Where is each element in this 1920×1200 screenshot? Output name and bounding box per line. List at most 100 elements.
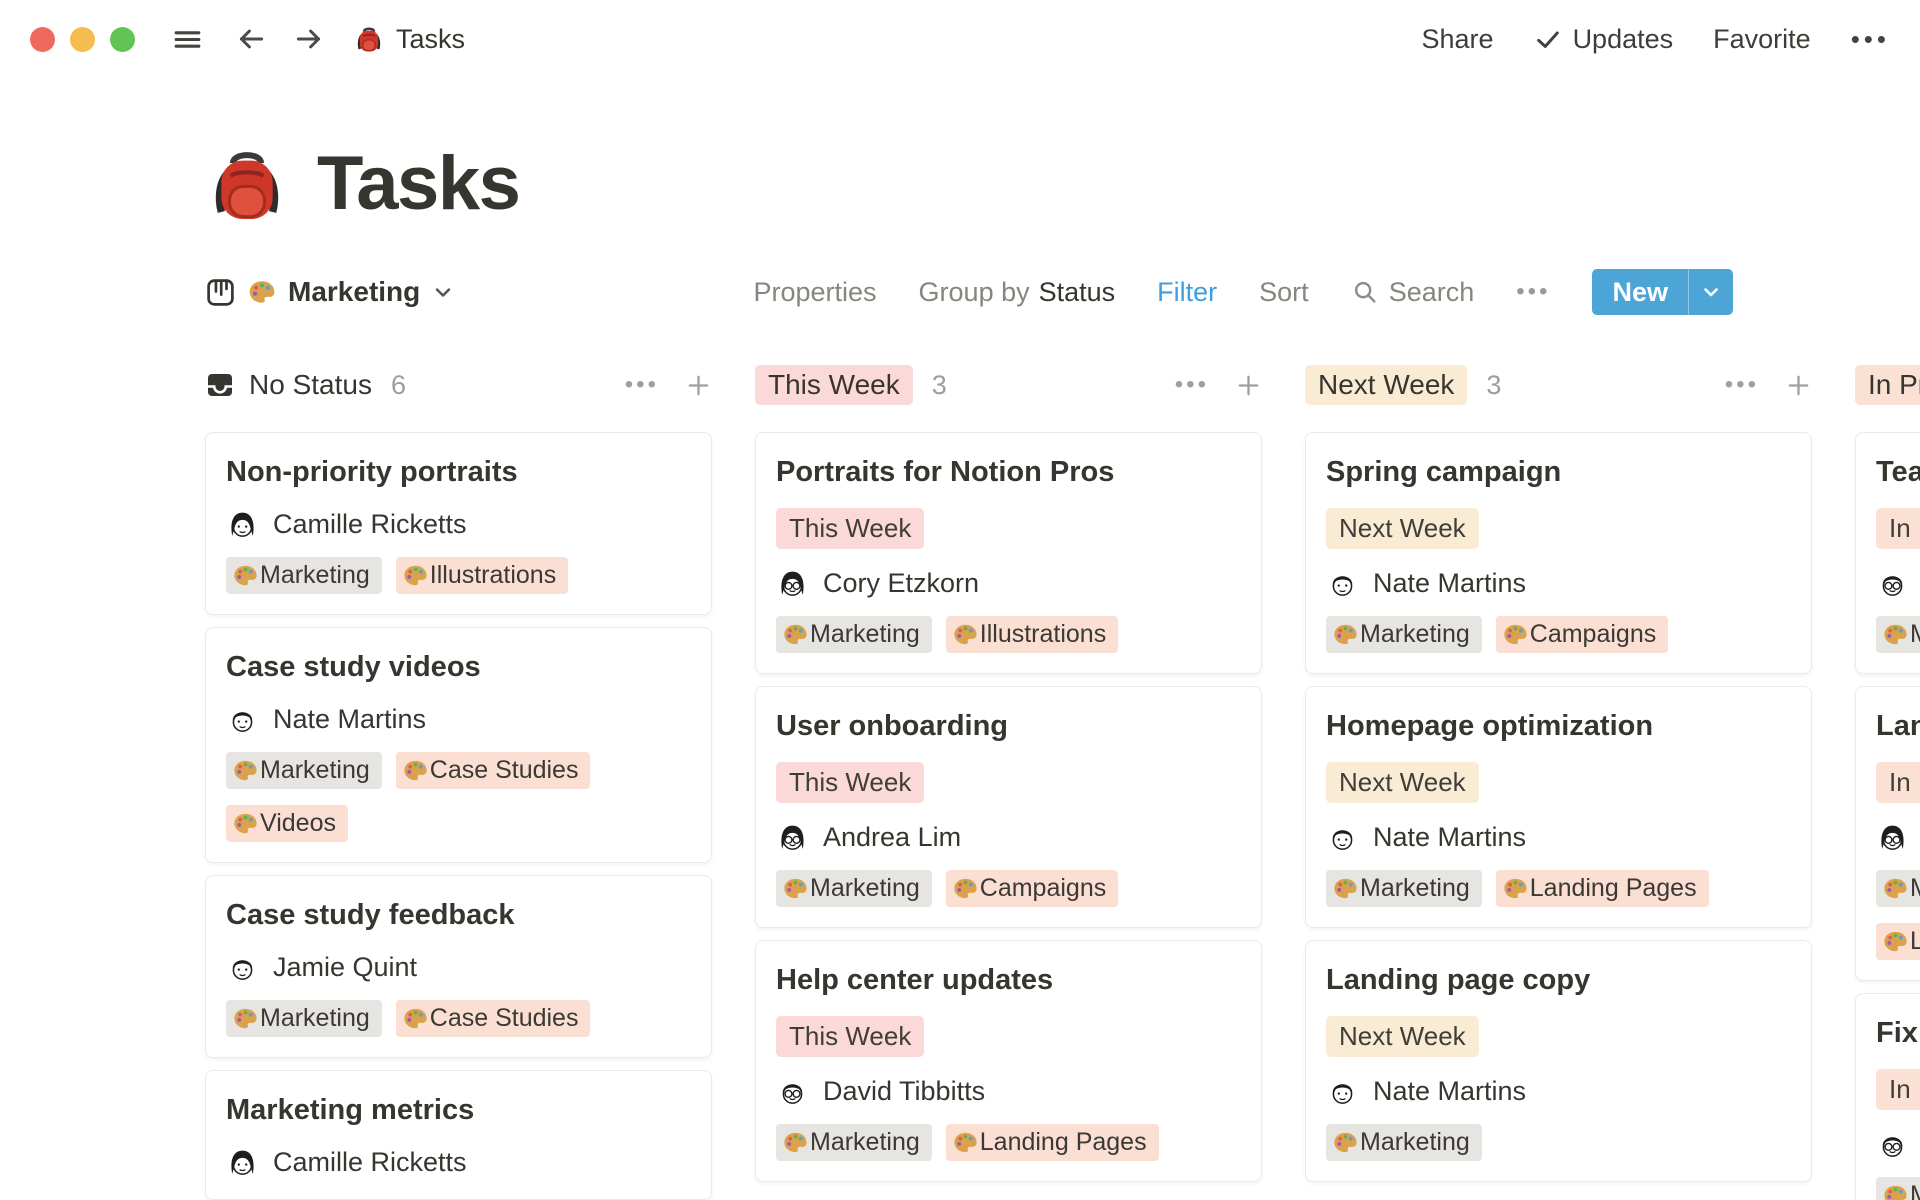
tag: Landing Pages <box>945 1124 1159 1161</box>
card[interactable]: Case study videos Nate Martins Marketing… <box>205 627 712 863</box>
tag: Marketing <box>226 752 382 789</box>
status-badge: In Progress <box>1876 762 1920 803</box>
avatar-male <box>226 951 259 984</box>
palette-icon <box>404 1008 427 1029</box>
card[interactable]: Team In Progress David Tibbitts Marketing <box>1855 432 1920 674</box>
zoom-window-button[interactable] <box>110 26 135 52</box>
avatar <box>1326 567 1359 600</box>
tag-row: Marketing Landing Pages <box>1326 870 1791 907</box>
group-by-button[interactable]: Group by Status <box>919 277 1116 308</box>
minimize-window-button[interactable] <box>70 26 95 52</box>
back-arrow-icon[interactable] <box>234 22 268 56</box>
card[interactable]: Marketing metrics Camille Ricketts <box>205 1070 712 1200</box>
assignee-name: Jamie Quint <box>273 952 418 982</box>
page-title[interactable]: Tasks <box>317 134 521 234</box>
view-switcher[interactable]: Marketing <box>205 276 455 308</box>
column-more-icon[interactable]: ••• <box>1175 373 1209 397</box>
window-controls <box>30 26 135 52</box>
more-options-icon[interactable]: ••• <box>1851 26 1890 52</box>
card-title: Spring campaign <box>1326 456 1562 488</box>
avatar-male <box>226 703 259 736</box>
card-title: Portraits for Notion Pros <box>776 456 1115 488</box>
avatar-female-glasses <box>776 567 809 600</box>
properties-button[interactable]: Properties <box>753 277 876 308</box>
window-titlebar: Tasks Share Updates Favorite ••• <box>0 0 1920 78</box>
column-title[interactable]: Next Week 3 <box>1305 365 1501 405</box>
card-title: Landing page copy <box>1326 964 1591 996</box>
column-header: No Status 6 ••• <box>205 364 712 406</box>
card-list: Team In Progress David Tibbitts Marketing… <box>1855 432 1920 1200</box>
new-button[interactable]: New <box>1592 269 1688 315</box>
column-add-icon[interactable] <box>1235 372 1262 399</box>
favorite-button[interactable]: Favorite <box>1713 24 1811 55</box>
view-more-options-icon[interactable]: ••• <box>1516 278 1550 306</box>
avatar <box>226 951 259 984</box>
palette-icon <box>1504 878 1527 899</box>
assignee-name: Nate Martins <box>273 704 427 734</box>
assignee-name: Camille Ricketts <box>273 1147 467 1177</box>
palette-icon <box>1884 624 1907 645</box>
column-more-icon[interactable]: ••• <box>1725 373 1759 397</box>
card[interactable]: Help center updates This Week David Tibbi… <box>755 940 1262 1182</box>
sort-button[interactable]: Sort <box>1259 277 1309 308</box>
avatar <box>1326 821 1359 854</box>
card[interactable]: User onboarding This Week Andrea Lim Mark… <box>755 686 1262 928</box>
avatar <box>776 567 809 600</box>
column-add-icon[interactable] <box>1785 372 1812 399</box>
tag: Campaigns <box>945 870 1119 907</box>
assignee-name: Cory Etzkorn <box>823 568 980 598</box>
assignee-name: David Tibbitts <box>823 1076 986 1106</box>
card-title: Fix s <box>1876 1017 1920 1049</box>
assignee-row: Jamie Quint <box>226 951 691 984</box>
card-title: User onboarding <box>776 710 1009 742</box>
updates-button[interactable]: Updates <box>1534 24 1673 55</box>
palette-icon <box>234 1008 257 1029</box>
card[interactable]: Non-priority portraits Camille Ricketts … <box>205 432 712 615</box>
column-header: In Progress ••• <box>1855 364 1920 406</box>
palette-icon <box>1504 624 1527 645</box>
tag-row: Marketing <box>1876 870 1920 907</box>
card[interactable]: Homepage optimization Next Week Nate Mart… <box>1305 686 1812 928</box>
board-column-no-status: No Status 6 ••• Non-priority portraits Ca… <box>205 364 712 1200</box>
column-add-icon[interactable] <box>685 372 712 399</box>
tag-row: Marketing Campaigns <box>1326 616 1791 653</box>
filter-button[interactable]: Filter <box>1157 277 1217 308</box>
card[interactable]: Spring campaign Next Week Nate Martins Ma… <box>1305 432 1812 674</box>
share-button[interactable]: Share <box>1422 24 1494 55</box>
avatar <box>1876 1128 1909 1161</box>
breadcrumb-label: Tasks <box>396 23 466 54</box>
search-button[interactable]: Search <box>1351 277 1474 308</box>
close-window-button[interactable] <box>30 26 55 52</box>
column-label: This Week <box>755 365 913 405</box>
avatar-female-glasses <box>1876 821 1909 854</box>
assignee-row: David Tibbitts <box>776 1075 1241 1108</box>
column-title[interactable]: No Status 6 <box>205 369 406 401</box>
forward-arrow-icon[interactable] <box>292 22 326 56</box>
assignee-row: Cory Etzkorn <box>776 567 1241 600</box>
card[interactable]: Fix s In Progress David Tibbitts Marketin… <box>1855 993 1920 1200</box>
board-view-icon <box>205 277 236 308</box>
hamburger-menu-icon[interactable] <box>171 23 204 56</box>
card[interactable]: Landing page copy Next Week Nate Martins … <box>1305 940 1812 1182</box>
new-dropdown-chevron-icon[interactable] <box>1688 269 1733 315</box>
view-bar: Marketing Properties Group by Status Filt… <box>205 268 1733 316</box>
card-list: Spring campaign Next Week Nate Martins Ma… <box>1305 432 1812 1182</box>
card[interactable]: Case study feedback Jamie Quint Marketin… <box>205 875 712 1058</box>
column-title[interactable]: This Week 3 <box>755 365 947 405</box>
backpack-icon <box>354 24 384 54</box>
assignee-name: Nate Martins <box>1373 1076 1527 1106</box>
tag-row: Landing Pages <box>1876 923 1920 960</box>
tag: Case Studies <box>395 752 591 789</box>
tag-row: Marketing Illustrations <box>226 557 691 594</box>
column-title[interactable]: In Progress <box>1855 365 1920 405</box>
tag: Illustrations <box>945 616 1119 653</box>
palette-icon <box>954 624 977 645</box>
avatar-male <box>1326 567 1359 600</box>
palette-icon <box>1334 878 1357 899</box>
column-more-icon[interactable]: ••• <box>625 373 659 397</box>
tag-row: Marketing <box>1876 1177 1920 1200</box>
card[interactable]: Landing In Progress Cory Etzkorn Marketin… <box>1855 686 1920 981</box>
tag: Landing Pages <box>1495 870 1709 907</box>
breadcrumb[interactable]: Tasks <box>354 24 465 55</box>
card[interactable]: Portraits for Notion Pros This Week Cory … <box>755 432 1262 674</box>
